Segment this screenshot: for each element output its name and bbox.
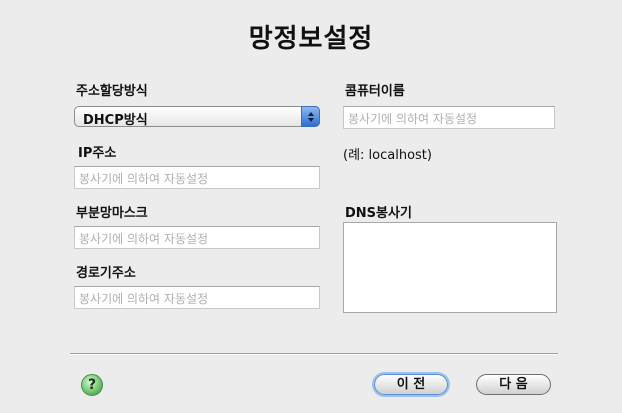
help-button[interactable]: ? xyxy=(81,374,103,396)
dns-server-field[interactable] xyxy=(343,222,557,313)
computer-name-label: 콤퓨터이름 xyxy=(345,84,405,99)
ip-field[interactable]: 봉사기에 의하여 자동설정 xyxy=(74,166,320,189)
computer-name-field[interactable]: 봉사기에 의하여 자동설정 xyxy=(343,106,555,129)
next-button[interactable]: 다 음 xyxy=(476,374,551,395)
gateway-label: 경로기주소 xyxy=(76,266,136,281)
ip-label: IP주소 xyxy=(78,146,117,161)
previous-button[interactable]: 이 전 xyxy=(374,374,448,395)
assign-method-label: 주소할당방식 xyxy=(76,84,148,99)
computer-name-example: (례: localhost) xyxy=(343,148,432,163)
divider xyxy=(70,353,558,355)
gateway-field[interactable]: 봉사기에 의하여 자동설정 xyxy=(74,286,320,309)
select-arrows-icon[interactable] xyxy=(301,106,320,127)
assign-method-value: DHCP방식 xyxy=(83,113,148,128)
assign-method-select[interactable]: DHCP방식 xyxy=(74,106,320,128)
dns-server-label: DNS봉사기 xyxy=(345,206,412,221)
subnet-mask-field[interactable]: 봉사기에 의하여 자동설정 xyxy=(74,226,320,249)
subnet-mask-label: 부분망마스크 xyxy=(76,206,148,221)
page-title: 망정보설정 xyxy=(248,24,374,54)
